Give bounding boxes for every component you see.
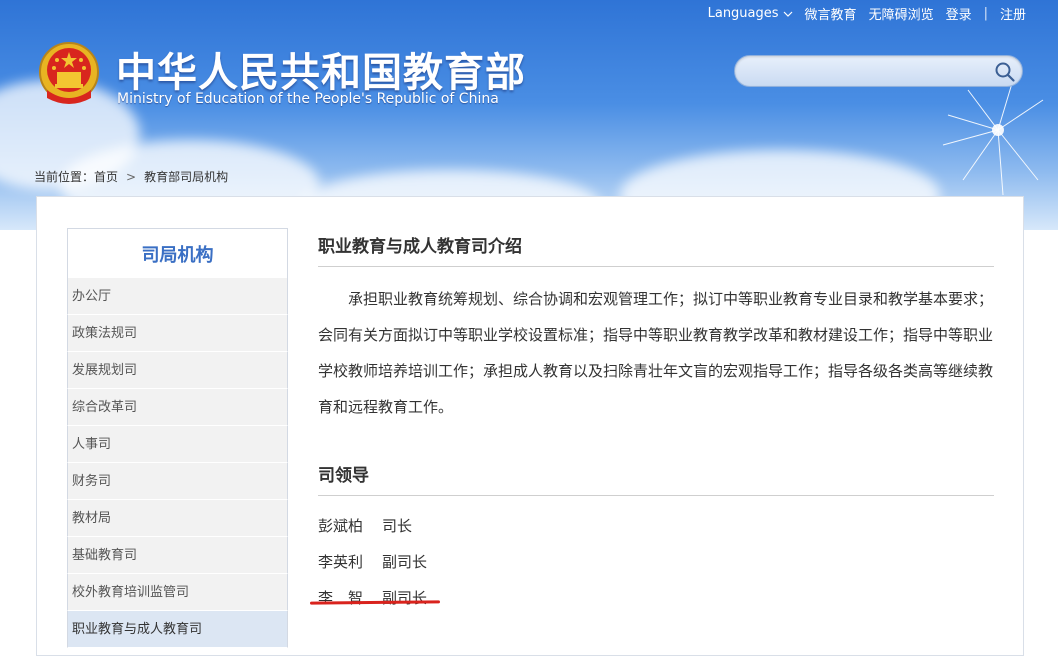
languages-menu[interactable]: Languages [708,6,793,21]
login-link[interactable]: 登录 [946,4,972,23]
site-title-english: Ministry of Education of the People's Re… [117,91,499,107]
sidebar-item[interactable]: 人事司 [67,426,288,463]
national-emblem-icon[interactable] [37,40,101,108]
top-navigation: Languages 微言教育 无障碍浏览 登录 | 注册 [708,4,1026,23]
sidebar-item[interactable]: 教材局 [67,500,288,537]
accessible-browse-link[interactable]: 无障碍浏览 [869,4,934,23]
leader-role: 副司长 [382,589,428,607]
leader-name[interactable]: 彭斌柏 [318,508,382,544]
search-icon[interactable] [994,61,1016,83]
languages-label: Languages [707,6,779,21]
register-link[interactable]: 注册 [1000,4,1026,23]
leader-row: 李 智 副司长 [318,580,994,616]
weiyan-link[interactable]: 微言教育 [805,4,857,23]
intro-paragraph: 承担职业教育统筹规划、综合协调和宏观管理工作；拟订中等职业教育专业目录和教学基本… [318,290,994,416]
leader-row: 李英利 副司长 [318,544,994,580]
sidebar: 司局机构 办公厅 政策法规司 发展规划司 综合改革司 人事司 财务司 教材局 基… [67,228,288,648]
sidebar-item[interactable]: 发展规划司 [67,352,288,389]
sidebar-item[interactable]: 办公厅 [67,278,288,315]
sidebar-item[interactable]: 政策法规司 [67,315,288,352]
intro-section-title: 职业教育与成人教育司介绍 [318,232,994,267]
breadcrumb-home-link[interactable]: 首页 [94,168,118,185]
search-box [734,55,1023,87]
nav-separator: | [983,6,988,21]
sidebar-item[interactable]: 基础教育司 [67,537,288,574]
leader-role: 副司长 [382,553,428,571]
sidebar-item[interactable]: 综合改革司 [67,389,288,426]
sidebar-title: 司局机构 [67,228,288,278]
dandelion-decoration [942,79,1044,196]
leader-role: 司长 [382,517,413,535]
sidebar-item-active[interactable]: 职业教育与成人教育司 [67,611,288,648]
sidebar-item[interactable]: 校外教育培训监管司 [67,574,288,611]
breadcrumb-arrow: > [126,169,137,184]
site-title-chinese[interactable]: 中华人民共和国教育部 [116,40,526,98]
breadcrumb-prefix: 当前位置： [34,170,95,184]
leader-name[interactable]: 李英利 [318,544,382,580]
main-content: 职业教育与成人教育司介绍 承担职业教育统筹规划、综合协调和宏观管理工作；拟订中等… [318,232,994,616]
breadcrumb: 当前位置： 首页 > 教育部司局机构 [34,168,228,185]
chevron-down-icon [783,11,792,17]
leader-name[interactable]: 李 智 [318,580,382,616]
leaders-section-title: 司领导 [318,461,994,496]
leader-row: 彭斌柏 司长 [318,508,994,544]
breadcrumb-current[interactable]: 教育部司局机构 [144,168,228,185]
search-input[interactable] [747,61,991,83]
sidebar-item[interactable]: 财务司 [67,463,288,500]
